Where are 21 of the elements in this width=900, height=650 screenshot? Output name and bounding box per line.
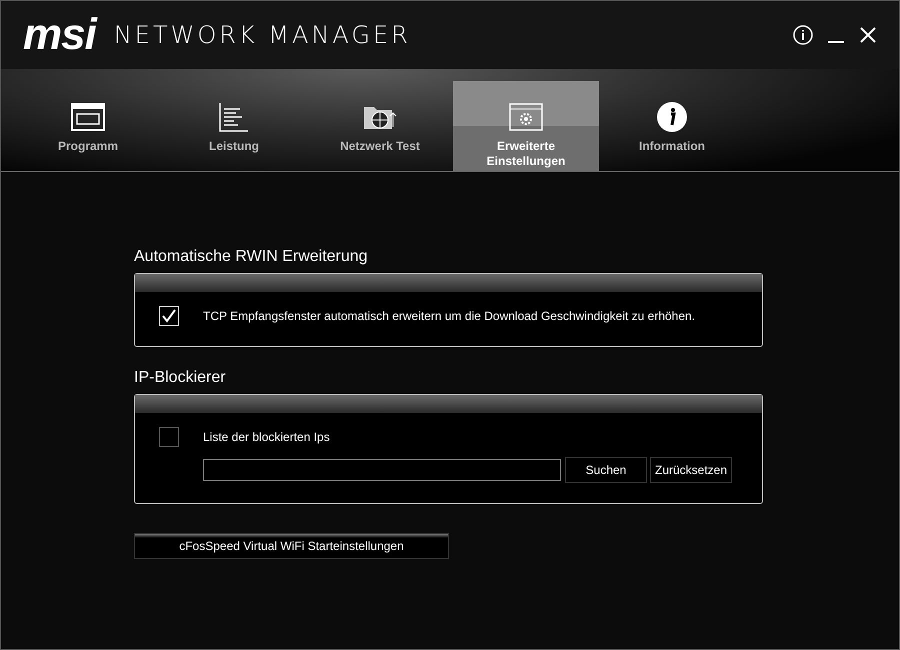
tab[interactable]: Netzwerk Test: [307, 91, 453, 171]
window-icon: [70, 101, 106, 133]
section-title: Automatische RWIN Erweiterung: [134, 248, 369, 266]
info-icon: [654, 101, 690, 133]
info-icon[interactable]: [793, 25, 813, 45]
wifi-settings-button[interactable]: cFosSpeed Virtual WiFi Starteinstellungen: [134, 533, 449, 559]
section-title: IP-Blockierer: [134, 369, 227, 387]
tab[interactable]: Programm: [15, 91, 161, 171]
reset-button[interactable]: Zurücksetzen: [650, 457, 732, 483]
ip-input-field[interactable]: [203, 459, 561, 481]
window-title: NETWORK MANAGER: [114, 21, 412, 49]
logo: msi: [23, 13, 96, 57]
tab[interactable]: Leistung: [161, 91, 307, 171]
search-button[interactable]: Suchen: [565, 457, 647, 483]
tab[interactable]: Erweiterte Einstellungen: [453, 81, 599, 171]
checkbox-label: TCP Empfangsfenster automatisch erweitern um die Download Geschwindigkeit zu erhöhen.: [203, 309, 696, 323]
close-icon[interactable]: [859, 26, 877, 44]
tab[interactable]: Information: [599, 91, 745, 171]
checkbox-label: Liste der blockierten Ips: [203, 430, 330, 444]
checkbox[interactable]: [159, 427, 179, 447]
gear-window-icon: [508, 101, 544, 133]
